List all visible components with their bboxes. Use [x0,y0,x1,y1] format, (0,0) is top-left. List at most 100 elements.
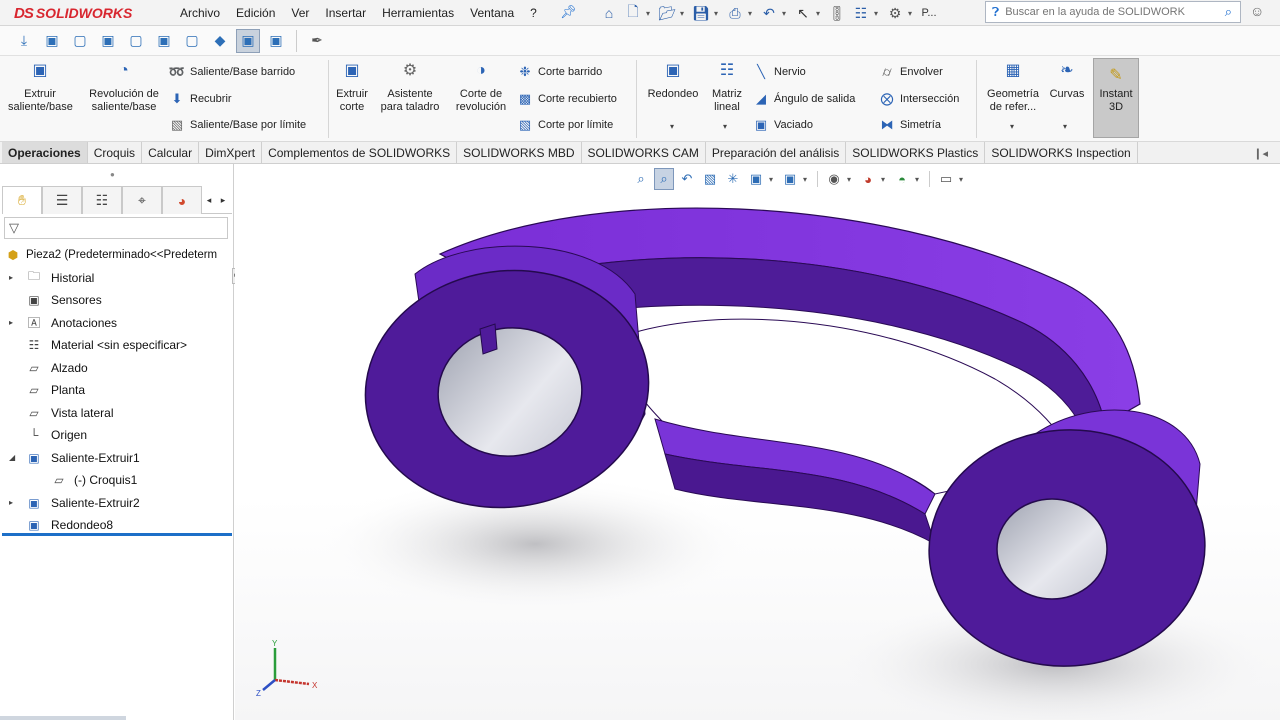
revolve-cut-button[interactable]: ◑ Corte de revolución [450,63,512,114]
view-selector-icon[interactable]: ✒ [305,29,329,53]
tree-item-material[interactable]: ☷ Material <sin especificar> [0,334,234,357]
menu-herramientas[interactable]: Herramientas [382,6,454,20]
new-document-icon[interactable]: 🗋 [622,3,644,23]
pattern-dropdown-icon[interactable]: ▾ [723,122,727,131]
isometric-view-icon[interactable]: ▣ [236,28,260,53]
tree-root-part[interactable]: ⬢ Pieza2 (Predeterminado<<Predeterm [0,244,234,267]
loft-boss-button[interactable]: ⬇ Recubrir [168,91,232,107]
right-view-icon[interactable]: ▢ [124,29,148,53]
menu-help[interactable]: ? [530,6,537,20]
expand-arrow-icon[interactable]: ▸ [9,273,13,282]
view-settings-icon[interactable]: ▭ [936,168,956,190]
top-view-icon[interactable]: ▣ [152,29,176,53]
tab-dimxpert[interactable]: DimXpert [199,142,263,163]
view-settings-dropdown-icon[interactable]: ▾ [959,175,967,184]
draft-button[interactable]: ◢ Ángulo de salida [752,91,855,107]
swept-boss-button[interactable]: ➿ Saliente/Base barrido [168,64,295,80]
tab-mbd[interactable]: SOLIDWORKS MBD [457,142,582,163]
new-dropdown-icon[interactable]: ▾ [646,9,654,18]
boundary-cut-button[interactable]: ▧ Corte por límite [516,117,613,133]
linear-pattern-button[interactable]: ☷ Matriz lineal [708,63,746,114]
edit-appearance-dropdown-icon[interactable]: ▾ [881,175,889,184]
left-view-icon[interactable]: ▣ [96,29,120,53]
hole-wizard-button[interactable]: ⚙ Asistente para taladro [376,63,444,114]
normal-to-icon[interactable]: ⤓ [12,29,36,53]
properties-dropdown-icon[interactable]: ▾ [874,9,882,18]
tab-operaciones[interactable]: Operaciones [2,142,88,163]
collapse-panel-icon[interactable]: ❙◂ [1253,147,1268,160]
back-view-icon[interactable]: ▢ [68,29,92,53]
menu-ventana[interactable]: Ventana [470,6,514,20]
tab-calcular[interactable]: Calcular [142,142,200,163]
rebuild-icon[interactable]: 🚦︎ [826,3,848,23]
undo-icon[interactable]: ↶ [758,3,780,23]
tree-item-anotaciones[interactable]: ▸ 🄰︎ Anotaciones [0,312,234,335]
tree-item-origen[interactable]: └ Origen [0,424,234,447]
view-orientation-icon[interactable]: ▣ [746,168,766,190]
options-dropdown-icon[interactable]: ▾ [908,9,916,18]
fillet-dropdown-icon[interactable]: ▾ [670,122,674,131]
tab-plastics[interactable]: SOLIDWORKS Plastics [846,142,986,163]
loft-cut-button[interactable]: ▩ Corte recubierto [516,91,617,107]
print-dropdown-icon[interactable]: ▾ [748,9,756,18]
curves-dropdown-icon[interactable]: ▾ [1063,122,1067,131]
view-orientation-dropdown-icon[interactable]: ▾ [769,175,777,184]
rollback-bar[interactable] [2,533,232,536]
front-view-icon[interactable]: ▣ [40,29,64,53]
tab-inspection[interactable]: SOLIDWORKS Inspection [985,142,1138,163]
print-icon[interactable]: ⎙ [724,3,746,23]
tree-item-croquis1[interactable]: ▱ (-) Croquis1 [0,469,234,492]
open-dropdown-icon[interactable]: ▾ [680,9,688,18]
propertymanager-tab-icon[interactable]: ☰ [42,186,82,214]
options-gear-icon[interactable]: ⚙ [884,3,906,23]
tab-analisis[interactable]: Preparación del análisis [706,142,847,163]
graphics-area[interactable]: ⌕ ⌕ ↶ ▧ ✳ ▣ ▾ ▣ ▾ ◉ ▾ ◕ ▾ ◓ ▾ ▭ ▾ Y X Z [235,164,1280,720]
panel-scrollbar[interactable] [0,716,126,720]
configurationmanager-tab-icon[interactable]: ☷ [82,186,122,214]
save-dropdown-icon[interactable]: ▾ [714,9,722,18]
reference-geometry-button[interactable]: ▦ Geometría de refer... [984,63,1042,114]
solidworks-logo[interactable]: DS SOLIDWORKS [0,0,160,26]
select-cursor-icon[interactable]: ↖ [792,3,814,23]
open-icon[interactable]: 📂︎ [656,3,678,23]
undo-dropdown-icon[interactable]: ▾ [782,9,790,18]
curves-button[interactable]: ❧ Curvas [1046,63,1088,101]
panel-grip-icon[interactable]: ● [110,170,115,179]
menu-archivo[interactable]: Archivo [180,6,220,20]
tree-item-saliente-extruir1[interactable]: ◢ ▣ Saliente-Extruir1 [0,447,234,470]
rib-button[interactable]: ╲ Nervio [752,64,806,80]
displaymanager-tab-icon[interactable]: ◕ [162,186,202,214]
apply-scene-icon[interactable]: ◓ [892,168,912,190]
menu-ver[interactable]: Ver [291,6,309,20]
tree-item-historial[interactable]: ▸ 🗀︎ Historial [0,267,234,290]
display-style-icon[interactable]: ▣ [780,168,800,190]
help-search-input[interactable] [1005,6,1186,18]
user-menu[interactable]: P... [918,3,940,23]
hide-show-dropdown-icon[interactable]: ▾ [847,175,855,184]
mirror-button[interactable]: ⧓ Simetría [878,117,941,133]
tree-item-saliente-extruir2[interactable]: ▸ ▣ Saliente-Extruir2 [0,492,234,515]
file-properties-icon[interactable]: ☷ [850,3,872,23]
tree-item-vista-lateral[interactable]: ▱ Vista lateral [0,402,234,425]
expand-arrow-icon[interactable]: ▸ [9,498,13,507]
refgeom-dropdown-icon[interactable]: ▾ [1010,122,1014,131]
tab-cam[interactable]: SOLIDWORKS CAM [582,142,706,163]
apply-scene-dropdown-icon[interactable]: ▾ [915,175,923,184]
tab-complementos[interactable]: Complementos de SOLIDWORKS [262,142,458,163]
instant3d-button[interactable]: ✎ Instant 3D [1093,58,1139,138]
tabs-scroll-left-icon[interactable]: ◂ [202,186,216,214]
trimetric-view-icon[interactable]: ▣ [264,29,288,53]
part-model-3d[interactable] [235,164,1280,720]
extrude-cut-button[interactable]: ▣ Extruir corte [332,63,372,114]
tab-croquis[interactable]: Croquis [88,142,143,163]
zoom-to-fit-icon[interactable]: ⌕ [631,168,651,190]
home-icon[interactable]: ⌂ [598,3,620,23]
dimetric-view-icon[interactable]: ◆ [208,29,232,53]
display-style-dropdown-icon[interactable]: ▾ [803,175,811,184]
shell-button[interactable]: ▣ Vaciado [752,117,813,133]
tabs-scroll-right-icon[interactable]: ▸ [216,186,230,214]
tree-item-alzado[interactable]: ▱ Alzado [0,357,234,380]
dynamic-annotation-icon[interactable]: ✳ [723,168,743,190]
collapse-arrow-icon[interactable]: ◢ [9,453,15,462]
edit-appearance-icon[interactable]: ◕ [858,168,878,190]
